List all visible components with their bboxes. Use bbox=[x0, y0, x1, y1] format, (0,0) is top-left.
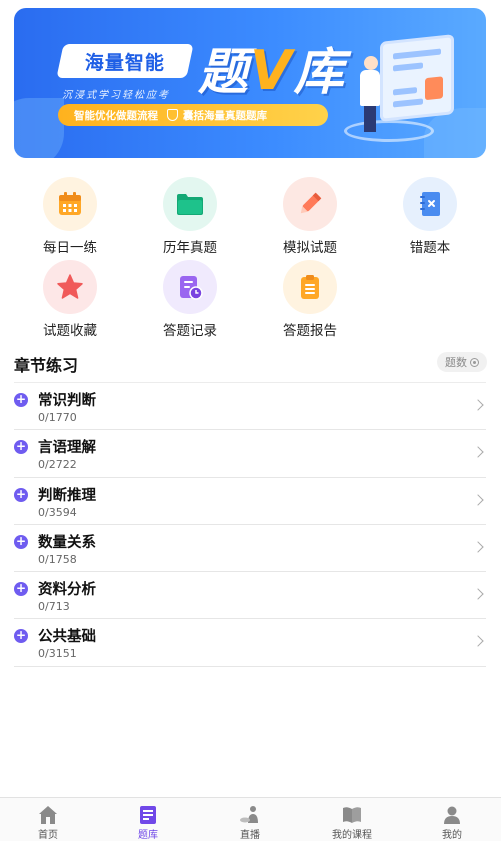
chevron-right-icon bbox=[472, 446, 484, 458]
grid-label: 试题收藏 bbox=[43, 323, 97, 339]
chapter-name: 数量关系 bbox=[38, 534, 96, 551]
clipboard-icon bbox=[283, 260, 337, 314]
banner-pill-right: 囊括海量真题题库 bbox=[183, 109, 267, 122]
chevron-right-icon bbox=[472, 588, 484, 600]
calendar-icon bbox=[43, 177, 97, 231]
grid-label: 每日一练 bbox=[43, 240, 97, 256]
banner-title-v: V bbox=[250, 39, 294, 102]
grid-item-favorites[interactable]: 试题收藏 bbox=[20, 260, 120, 339]
grid-item-past-exams[interactable]: 历年真题 bbox=[140, 177, 240, 256]
grid-item-daily-practice[interactable]: 每日一练 bbox=[20, 177, 120, 256]
profile-icon bbox=[442, 805, 462, 825]
expand-plus-icon[interactable]: + bbox=[14, 534, 28, 549]
promo-banner[interactable]: 海量智能 题V库 沉浸式学习轻松应考 智能优化做题流程 囊括海量真题题库 bbox=[14, 8, 486, 158]
grid-item-answer-report[interactable]: 答题报告 bbox=[260, 260, 360, 339]
expand-plus-icon[interactable]: + bbox=[14, 487, 28, 502]
grid-label: 答题报告 bbox=[283, 323, 337, 339]
tab-my-courses[interactable]: 我的课程 bbox=[302, 798, 402, 841]
chapter-name: 言语理解 bbox=[38, 440, 96, 457]
chevron-right-icon bbox=[472, 493, 484, 506]
banner-title-suffix: 库 bbox=[293, 43, 346, 101]
tab-home[interactable]: 首页 bbox=[0, 798, 98, 841]
star-icon bbox=[43, 260, 97, 314]
chapter-progress: 0/1758 bbox=[38, 552, 77, 566]
chapter-progress: 0/713 bbox=[38, 600, 70, 614]
chapter-progress: 0/3594 bbox=[38, 505, 77, 519]
platform-ring-decoration bbox=[344, 120, 434, 142]
banner-brand-box: 海量智能 bbox=[56, 44, 194, 78]
pencil-icon bbox=[283, 177, 337, 231]
grid-label: 历年真题 bbox=[163, 240, 217, 256]
count-chip-label: 题数 bbox=[445, 356, 467, 369]
grid-item-answer-records[interactable]: 答题记录 bbox=[140, 260, 240, 339]
chapter-row[interactable]: + 资料分析 0/713 bbox=[14, 572, 486, 620]
shield-icon bbox=[167, 109, 178, 121]
radio-dot-icon bbox=[470, 357, 479, 367]
tab-profile[interactable]: 我的 bbox=[402, 798, 501, 841]
notebook-icon bbox=[403, 177, 457, 231]
grid-item-mock-exams[interactable]: 模拟试题 bbox=[260, 177, 360, 256]
expand-plus-icon[interactable]: + bbox=[14, 582, 28, 597]
tab-question-bank[interactable]: 题库 bbox=[98, 798, 198, 841]
tab-label: 我的课程 bbox=[332, 830, 372, 841]
chapter-row[interactable]: + 公共基础 0/3151 bbox=[14, 619, 486, 667]
chapter-progress: 0/2722 bbox=[38, 458, 77, 472]
tab-label: 题库 bbox=[138, 830, 158, 841]
chapter-progress: 0/1770 bbox=[38, 411, 77, 424]
folder-icon bbox=[163, 177, 217, 231]
chapter-progress: 0/3151 bbox=[38, 647, 77, 661]
banner-feature-pill: 智能优化做题流程 囊括海量真题题库 bbox=[58, 104, 328, 126]
chapter-name: 常识判断 bbox=[38, 393, 96, 409]
chapter-row[interactable]: + 言语理解 0/2722 bbox=[14, 430, 486, 478]
question-count-toggle[interactable]: 题数 bbox=[437, 352, 487, 372]
live-icon bbox=[240, 805, 260, 825]
tab-label: 我的 bbox=[442, 830, 462, 841]
record-clock-icon bbox=[163, 260, 217, 314]
home-icon bbox=[38, 805, 58, 825]
chevron-right-icon bbox=[472, 541, 484, 553]
bottom-tab-bar: 首页 题库 直播 我的课程 我的 bbox=[0, 797, 501, 841]
leaf-decoration bbox=[14, 98, 64, 158]
banner-title: 题V库 bbox=[198, 32, 346, 104]
chapter-row[interactable]: + 判断推理 0/3594 bbox=[14, 478, 486, 525]
chapter-row[interactable]: + 数量关系 0/1758 bbox=[14, 525, 486, 573]
tab-label: 直播 bbox=[240, 830, 260, 841]
banner-brand: 海量智能 bbox=[84, 51, 165, 74]
grid-label: 错题本 bbox=[409, 240, 451, 256]
section-title: 章节练习 bbox=[14, 356, 79, 375]
grid-label: 答题记录 bbox=[163, 323, 217, 339]
expand-plus-icon[interactable]: + bbox=[14, 440, 28, 455]
chapter-name: 资料分析 bbox=[38, 582, 96, 599]
book-icon bbox=[342, 805, 362, 825]
chapter-name: 公共基础 bbox=[38, 629, 96, 646]
expand-plus-icon[interactable]: + bbox=[14, 393, 28, 407]
expand-plus-icon[interactable]: + bbox=[14, 629, 28, 644]
tab-label: 首页 bbox=[38, 830, 58, 841]
banner-pill-left: 智能优化做题流程 bbox=[74, 109, 158, 122]
chapter-list: + 常识判断 0/1770 + 言语理解 0/2722 + 判断推理 0/359… bbox=[14, 382, 486, 667]
grid-label: 模拟试题 bbox=[283, 240, 337, 256]
question-bank-icon bbox=[138, 805, 158, 825]
person-illustration bbox=[364, 56, 378, 70]
chapter-name: 判断推理 bbox=[38, 487, 96, 504]
chapter-row[interactable]: + 常识判断 0/1770 bbox=[14, 383, 486, 431]
chevron-right-icon bbox=[472, 399, 484, 411]
screen-illustration bbox=[380, 34, 454, 122]
banner-title-prefix: 题 bbox=[198, 43, 250, 101]
tab-live[interactable]: 直播 bbox=[200, 798, 300, 841]
chevron-right-icon bbox=[472, 635, 484, 648]
banner-subtitle: 沉浸式学习轻松应考 bbox=[62, 90, 170, 101]
grid-item-wrong-questions[interactable]: 错题本 bbox=[380, 177, 480, 256]
